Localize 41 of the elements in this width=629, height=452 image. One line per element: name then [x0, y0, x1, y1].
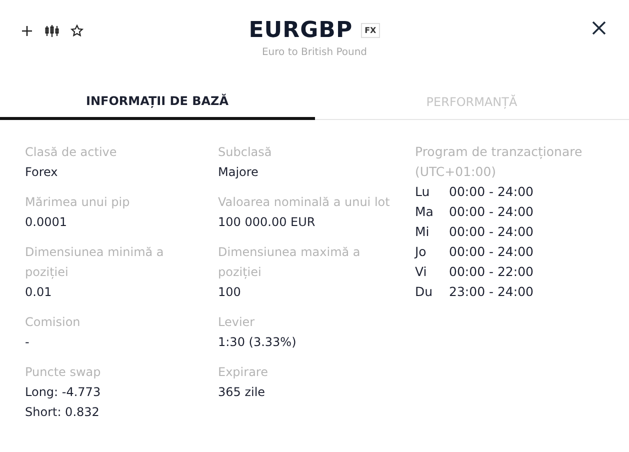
schedule-title: Program de tranzacționare (UTC+01:00) [415, 143, 584, 181]
day-label: Mi [415, 223, 430, 241]
field-label: Dimensiunea minimă a poziției [25, 244, 165, 281]
symbol-subtitle: Euro to British Pound [262, 47, 368, 58]
field-value: Forex [25, 164, 59, 181]
hours-value: 00:00 - 24:00 [449, 203, 534, 221]
hours-value: 23:00 - 24:00 [449, 283, 534, 301]
day-label: Lu [415, 183, 431, 201]
market-badge: FX [360, 23, 380, 38]
field-value: Majore [218, 164, 260, 181]
day-label: Jo [415, 243, 428, 261]
symbol-title: EURGBP [248, 18, 353, 43]
hours-value: 00:00 - 22:00 [449, 263, 534, 281]
hours-value: 00:00 - 24:00 [449, 243, 534, 261]
day-label: Du [415, 283, 434, 301]
candlestick-icon[interactable] [44, 24, 60, 38]
day-label: Vi [415, 263, 428, 281]
field-value: Short: 0.832 [25, 404, 100, 421]
field-value: 0.0001 [25, 214, 68, 231]
field-label: Dimensiunea maximă a poziției [218, 244, 362, 281]
field-label: Expirare [218, 364, 269, 381]
field-label: Levier [218, 314, 256, 331]
field-value: 100 [218, 284, 242, 301]
field-label: Subclasă [218, 144, 273, 161]
add-icon[interactable] [20, 24, 34, 38]
field-value: Long: -4.773 [25, 384, 102, 401]
field-label: Puncte swap [25, 364, 102, 381]
day-label: Ma [415, 203, 434, 221]
field-label: Clasă de active [25, 144, 118, 161]
field-label: Mărimea unui pip [25, 194, 131, 211]
tab[interactable]: INFORMAȚII DE BAZĂ [0, 94, 314, 120]
field-value: 1:30 (3.33%) [218, 334, 298, 351]
field-label: Comision [25, 314, 82, 331]
field-value: 100 000.00 EUR [218, 214, 316, 231]
field-label: Valoarea nominală a unui lot [218, 194, 391, 211]
hours-value: 00:00 - 24:00 [449, 183, 534, 201]
field-value: 365 zile [218, 384, 266, 401]
hours-value: 00:00 - 24:00 [449, 223, 534, 241]
field-value: 0.01 [25, 284, 53, 301]
star-icon[interactable] [70, 24, 84, 38]
field-value: - [25, 334, 30, 351]
